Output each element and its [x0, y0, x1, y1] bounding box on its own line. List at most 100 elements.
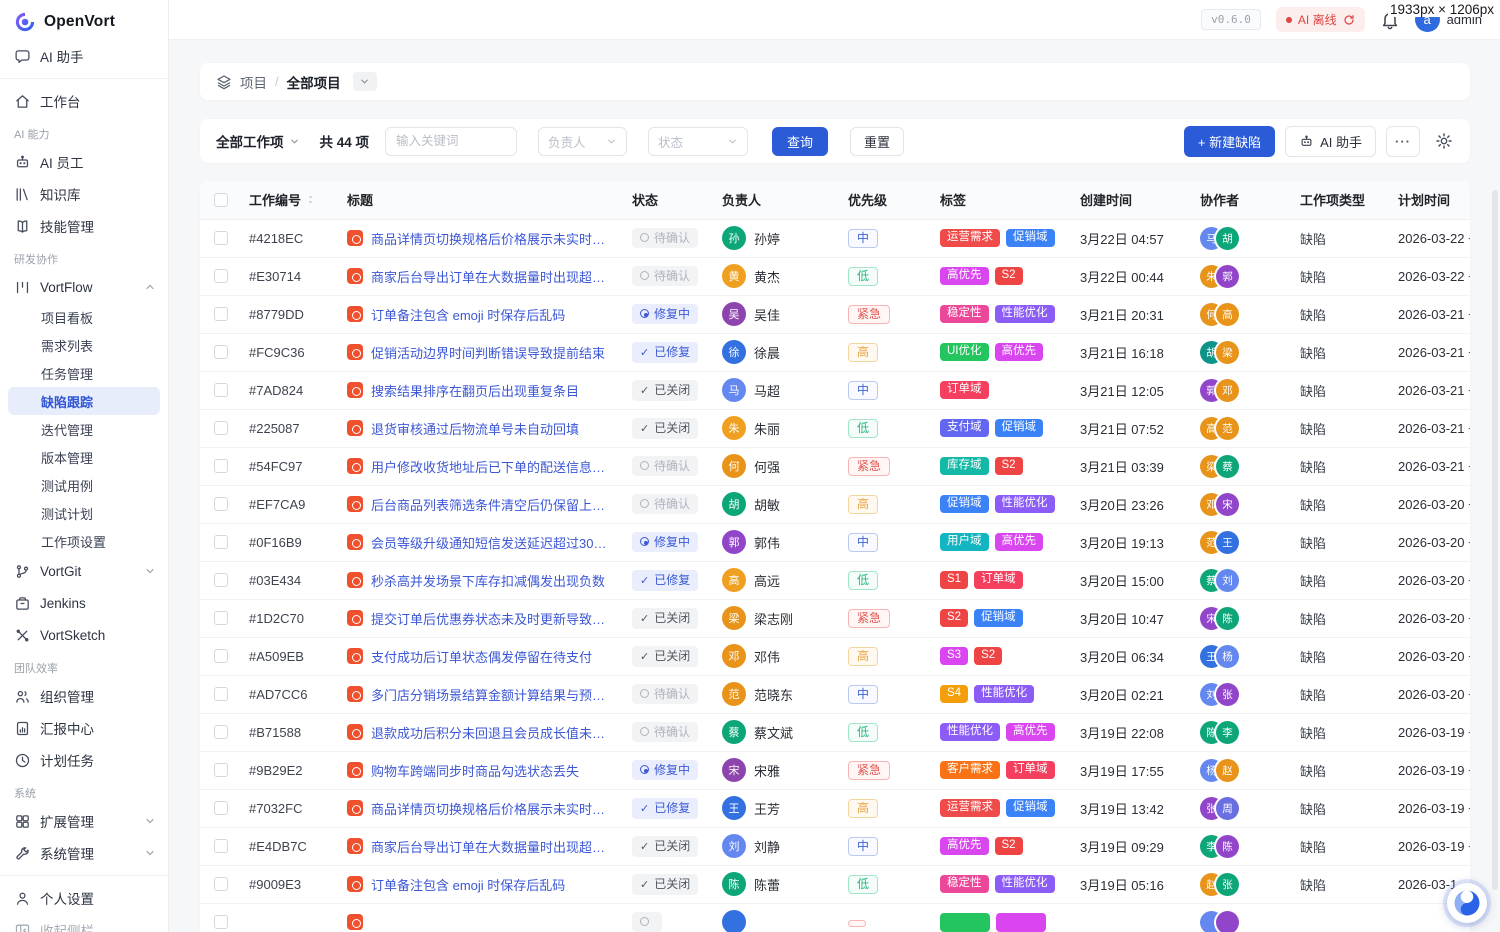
table-row[interactable]: #1D2C70 提交订单后优惠券状态未及时更新导致可重... ✓已关闭 梁梁志刚…	[200, 599, 1470, 637]
row-checkbox[interactable]	[214, 383, 228, 397]
sidebar-subitem-test-plan[interactable]: 测试计划	[8, 499, 160, 527]
status-select[interactable]: 状态	[648, 127, 748, 156]
workitem-title-link[interactable]: 促销活动边界时间判断错误导致提前结束	[371, 343, 605, 362]
sidebar-item-personal-settings[interactable]: 个人设置	[0, 882, 168, 914]
table-row[interactable]: #E30714 商家后台导出订单在大数据量时出现超时失败 待确认 黄黄杰 低 高…	[200, 257, 1470, 295]
table-row[interactable]: #225087 退货审核通过后物流单号未自动回填 ✓已关闭 朱朱丽 低 支付域促…	[200, 409, 1470, 447]
table-row[interactable]: #FC9C36 促销活动边界时间判断错误导致提前结束 ✓已修复 徐徐晨 高 UI…	[200, 333, 1470, 371]
sidebar-item-ai-staff[interactable]: AI 员工	[0, 146, 168, 178]
breadcrumb-section[interactable]: 项目	[240, 72, 267, 92]
workitem-title-link[interactable]: 会员等级升级通知短信发送延迟超过30分钟	[371, 533, 614, 552]
workitem-title-link[interactable]: 订单备注包含 emoji 时保存后乱码	[371, 305, 565, 324]
table-row[interactable]: #9009E3 订单备注包含 emoji 时保存后乱码 ✓已关闭 陈陈蕾 低 稳…	[200, 865, 1470, 903]
table-row[interactable]: #9B29E2 购物车跨端同步时商品勾选状态丢失 修复中 宋宋雅 紧急 客户需求…	[200, 751, 1470, 789]
row-checkbox[interactable]	[214, 687, 228, 701]
sidebar-item-vortflow[interactable]: VortFlow	[0, 271, 168, 303]
sidebar-item-jenkins[interactable]: Jenkins	[0, 587, 168, 619]
new-defect-button[interactable]: + 新建缺陷	[1184, 126, 1275, 157]
row-checkbox[interactable]	[214, 877, 228, 891]
sidebar-subitem-project-board[interactable]: 项目看板	[8, 303, 160, 331]
select-all-checkbox[interactable]	[214, 193, 228, 207]
row-checkbox[interactable]	[214, 231, 228, 245]
sidebar-subitem-workitem-settings[interactable]: 工作项设置	[8, 527, 160, 555]
column-header[interactable]: 工作编号	[237, 181, 335, 219]
row-checkbox[interactable]	[214, 497, 228, 511]
table-row[interactable]: #03E434 秒杀高并发场景下库存扣减偶发出现负数 ✓已修复 高高远 低 S1…	[200, 561, 1470, 599]
row-checkbox[interactable]	[214, 801, 228, 815]
row-checkbox[interactable]	[214, 573, 228, 587]
search-button[interactable]: 查询	[772, 127, 828, 156]
workitem-title-link[interactable]: 秒杀高并发场景下库存扣减偶发出现负数	[371, 571, 605, 590]
table-row[interactable]: #4218EC 商品详情页切换规格后价格展示未实时刷新 待确认 孙孙婷 中 运营…	[200, 219, 1470, 257]
workitem-title-link[interactable]: 订单备注包含 emoji 时保存后乱码	[371, 875, 565, 894]
table-row[interactable]: #AD7CC6 多门店分销场景结算金额计算结果与预期不... 待确认 范范晓东 …	[200, 675, 1470, 713]
workitem-title-link[interactable]: 搜索结果排序在翻页后出现重复条目	[371, 381, 579, 400]
row-checkbox[interactable]	[214, 307, 228, 321]
row-checkbox[interactable]	[214, 839, 228, 853]
sidebar-item-vortgit[interactable]: VortGit	[0, 555, 168, 587]
sidebar-item-scheduled-tasks[interactable]: 计划任务	[0, 744, 168, 776]
table-row[interactable]	[200, 903, 1470, 932]
sidebar-item-ai-assistant[interactable]: AI 助手	[0, 40, 168, 72]
row-checkbox[interactable]	[214, 535, 228, 549]
workitem-title-link[interactable]: 商家后台导出订单在大数据量时出现超时失败	[371, 267, 614, 286]
settings-gear-icon[interactable]	[1434, 131, 1454, 151]
table-row[interactable]: #E4DB7C 商家后台导出订单在大数据量时出现超时失败 ✓已关闭 刘刘静 中 …	[200, 827, 1470, 865]
workitem-title-link[interactable]: 商品详情页切换规格后价格展示未实时刷新	[371, 799, 614, 818]
keyword-input[interactable]	[385, 127, 517, 156]
more-actions-button[interactable]: ···	[1386, 126, 1420, 157]
workitem-title-link[interactable]: 退款成功后积分未回退且会员成长值未修正	[371, 723, 614, 742]
ai-assistant-button[interactable]: AI 助手	[1285, 126, 1376, 157]
row-checkbox[interactable]	[214, 269, 228, 283]
row-checkbox[interactable]	[214, 649, 228, 663]
workitem-title-link[interactable]: 购物车跨端同步时商品勾选状态丢失	[371, 761, 579, 780]
workitem-title-link[interactable]: 商家后台导出订单在大数据量时出现超时失败	[371, 837, 614, 856]
row-checkbox[interactable]	[214, 459, 228, 473]
sidebar-subitem-task-management[interactable]: 任务管理	[8, 359, 160, 387]
table-row[interactable]: #EF7CA9 后台商品列表筛选条件清空后仍保留上次结果 待确认 胡胡敏 高 促…	[200, 485, 1470, 523]
row-checkbox[interactable]	[214, 421, 228, 435]
ai-status-badge[interactable]: AI 离线	[1276, 7, 1365, 32]
scope-selector[interactable]: 全部工作项	[216, 131, 300, 151]
sidebar-item-workbench[interactable]: 工作台	[0, 85, 168, 117]
workitem-title-link[interactable]: 退货审核通过后物流单号未自动回填	[371, 419, 579, 438]
row-checkbox[interactable]	[214, 725, 228, 739]
refresh-icon[interactable]	[1343, 14, 1355, 26]
sidebar-subitem-defect-tracking[interactable]: 缺陷跟踪	[8, 387, 160, 415]
floating-ai-button[interactable]	[1447, 883, 1487, 923]
sidebar-item-extension-management[interactable]: 扩展管理	[0, 805, 168, 837]
sidebar-item-report-center[interactable]: 汇报中心	[0, 712, 168, 744]
sidebar-subitem-version-management[interactable]: 版本管理	[8, 443, 160, 471]
table-row[interactable]: #7AD824 搜索结果排序在翻页后出现重复条目 ✓已关闭 马马超 中 订单域 …	[200, 371, 1470, 409]
sidebar-item-collapse-sidebar[interactable]: 收起侧栏	[0, 914, 168, 932]
table-row[interactable]: #B71588 退款成功后积分未回退且会员成长值未修正 待确认 蔡蔡文斌 低 性…	[200, 713, 1470, 751]
table-row[interactable]: #54FC97 用户修改收货地址后已下单的配送信息未同步 待确认 何何强 紧急 …	[200, 447, 1470, 485]
page-scrollbar[interactable]	[1492, 190, 1498, 890]
sidebar-item-system-management[interactable]: 系统管理	[0, 837, 168, 869]
row-checkbox[interactable]	[214, 345, 228, 359]
sort-icon[interactable]	[304, 193, 317, 206]
workitem-title-link[interactable]: 商品详情页切换规格后价格展示未实时刷新	[371, 229, 614, 248]
workitem-title-link[interactable]: 用户修改收货地址后已下单的配送信息未同步	[371, 457, 614, 476]
row-checkbox[interactable]	[214, 611, 228, 625]
sidebar-subitem-iteration-management[interactable]: 迭代管理	[8, 415, 160, 443]
sidebar-subitem-requirement-list[interactable]: 需求列表	[8, 331, 160, 359]
sidebar-item-skill-management[interactable]: 技能管理	[0, 210, 168, 242]
workitem-title-link[interactable]: 支付成功后订单状态偶发停留在待支付	[371, 647, 592, 666]
reset-button[interactable]: 重置	[850, 127, 904, 156]
breadcrumb-dropdown-button[interactable]	[353, 72, 377, 91]
workitem-title-link[interactable]: 后台商品列表筛选条件清空后仍保留上次结果	[371, 495, 614, 514]
table-row[interactable]: #8779DD 订单备注包含 emoji 时保存后乱码 修复中 吴吴佳 紧急 稳…	[200, 295, 1470, 333]
owner-select[interactable]: 负责人	[538, 127, 627, 156]
table-row[interactable]: #7032FC 商品详情页切换规格后价格展示未实时刷新 ✓已修复 王王芳 高 运…	[200, 789, 1470, 827]
row-checkbox[interactable]	[214, 763, 228, 777]
row-checkbox[interactable]	[214, 915, 228, 929]
table-row[interactable]: #A509EB 支付成功后订单状态偶发停留在待支付 ✓已关闭 邓邓伟 高 S3S…	[200, 637, 1470, 675]
sidebar-item-vortsketch[interactable]: VortSketch	[0, 619, 168, 651]
sidebar-subitem-test-case[interactable]: 测试用例	[8, 471, 160, 499]
sidebar-item-knowledge-base[interactable]: 知识库	[0, 178, 168, 210]
table-row[interactable]: #0F16B9 会员等级升级通知短信发送延迟超过30分钟 修复中 郭郭伟 中 用…	[200, 523, 1470, 561]
sidebar-item-org-management[interactable]: 组织管理	[0, 680, 168, 712]
workitem-title-link[interactable]: 提交订单后优惠券状态未及时更新导致可重...	[371, 609, 614, 628]
workitem-title-link[interactable]: 多门店分销场景结算金额计算结果与预期不...	[371, 685, 614, 704]
